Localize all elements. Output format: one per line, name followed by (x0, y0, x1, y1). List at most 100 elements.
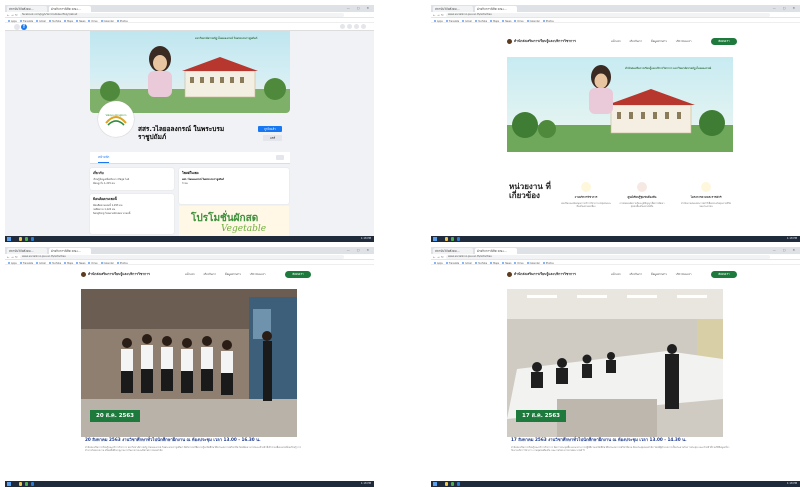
bookmark-item[interactable]: Calendar (101, 261, 114, 266)
bookmark-item[interactable]: Apps (434, 19, 443, 24)
nav-item-about[interactable]: เกี่ยวกับเรา (204, 273, 216, 276)
service-card[interactable]: ศูนย์เรียนรู้ชุมชนท้องถิ่น ถ่ายทอดองค์คว… (617, 182, 667, 208)
contact-button[interactable]: ติดต่อเรา (285, 271, 311, 278)
account-icon[interactable] (361, 24, 366, 29)
contact-button[interactable]: ติดต่อเรา (711, 271, 737, 278)
more-options-button[interactable] (276, 155, 284, 160)
bookmark-item[interactable]: Apps (8, 261, 17, 266)
site-logo-icon[interactable] (81, 272, 86, 277)
tab-home[interactable]: หน้าหลัก (98, 155, 110, 163)
site-logo-icon[interactable] (507, 39, 512, 44)
bookmark-item[interactable]: Gmail (462, 261, 472, 266)
nav-item-services[interactable]: บริการของเรา (250, 273, 266, 276)
word-icon[interactable] (31, 482, 34, 486)
news-title[interactable]: 20 สิงหาคม 2563 งานวิชาศึกษาทั่วไปนักศึก… (85, 437, 305, 442)
site-title[interactable]: สำนักส่งเสริมการเรียนรู้และบริการวิชาการ (514, 272, 576, 277)
bookmark-item[interactable]: Translate (20, 261, 33, 266)
bookmark-item[interactable]: Gmail (36, 261, 46, 266)
bookmark-item[interactable]: Maps (490, 261, 499, 266)
bookmark-item[interactable]: News (76, 261, 85, 266)
nav-item-home[interactable]: หน้าแรก (611, 40, 621, 43)
nav-item-news[interactable]: ข้อมูลข่าวสาร (651, 40, 667, 43)
bookmark-item[interactable]: News (502, 261, 511, 266)
chrome-icon[interactable] (451, 237, 454, 241)
word-icon[interactable] (31, 237, 34, 241)
url-input[interactable]: www.socialinno.psu.ac.th/activities (446, 255, 770, 259)
service-card[interactable]: โครงการตามพระราชดำริ ดำเนินงานสนองพระราช… (681, 182, 731, 208)
bookmark-item[interactable]: Photos (543, 19, 554, 24)
window-controls[interactable]: — ▢ ✕ (347, 6, 372, 10)
url-input[interactable]: facebook.com/pg/นวัตกรรมสังคมปรัชญา/abou… (20, 13, 344, 17)
nav-item-services[interactable]: บริการของเรา (676, 40, 692, 43)
bookmark-item[interactable]: News (502, 19, 511, 24)
share-button[interactable]: แชร์ (263, 135, 282, 141)
chrome-icon[interactable] (451, 482, 454, 486)
file-explorer-icon[interactable] (19, 237, 22, 241)
bookmark-item[interactable]: Apps (434, 261, 443, 266)
file-explorer-icon[interactable] (445, 482, 448, 486)
bookmark-item[interactable]: YouTube (475, 261, 487, 266)
nav-item-news[interactable]: ข้อมูลข่าวสาร (225, 273, 241, 276)
bookmark-item[interactable]: Calendar (527, 19, 540, 24)
followers-line[interactable]: Sangtong ไม่พลาดอัปเดตจากเพจนี้ (93, 212, 171, 215)
url-input[interactable]: www.socialinno.psu.ac.th/activities (446, 13, 770, 17)
bookmark-item[interactable]: Photos (117, 261, 128, 266)
bookmark-item[interactable]: Translate (446, 19, 459, 24)
word-icon[interactable] (457, 237, 460, 241)
bookmark-item[interactable]: Calendar (527, 261, 540, 266)
bookmark-item[interactable]: Drive (88, 261, 97, 266)
windows-start-icon[interactable] (433, 237, 437, 241)
window-controls[interactable]: — ▢ ✕ (773, 6, 798, 10)
nav-item-home[interactable]: หน้าแรก (185, 273, 195, 276)
messenger-icon[interactable] (347, 24, 352, 29)
windows-start-icon[interactable] (433, 482, 437, 486)
forward-icon[interactable]: → (437, 13, 440, 17)
nav-item-home[interactable]: หน้าแรก (611, 273, 621, 276)
window-controls[interactable]: — ▢ ✕ (773, 248, 798, 252)
back-icon[interactable]: ← (433, 13, 436, 17)
nav-item-about[interactable]: เกี่ยวกับเรา (630, 273, 642, 276)
windows-start-icon[interactable] (7, 482, 11, 486)
reload-icon[interactable]: ↻ (15, 255, 18, 259)
site-title[interactable]: สำนักส่งเสริมการเรียนรู้และบริการวิชาการ (514, 39, 576, 44)
reload-icon[interactable]: ↻ (15, 13, 18, 17)
back-icon[interactable]: ← (7, 255, 10, 259)
nav-item-about[interactable]: เกี่ยวกับเรา (630, 40, 642, 43)
file-explorer-icon[interactable] (445, 237, 448, 241)
forward-icon[interactable]: → (437, 255, 440, 259)
contact-button[interactable]: ติดต่อเรา (711, 38, 737, 45)
forward-icon[interactable]: → (11, 13, 14, 17)
promo-image[interactable]: โปรโมชั่นผักสด Vegetable (179, 206, 289, 236)
bookmark-item[interactable]: Drive (514, 19, 523, 24)
nav-item-news[interactable]: ข้อมูลข่าวสาร (651, 273, 667, 276)
bookmark-item[interactable]: Translate (446, 261, 459, 266)
news-title[interactable]: 17 สิงหาคม 2563 งานวิชาศึกษาทั่วไปนักศึก… (511, 437, 731, 442)
profile-picture[interactable]: Valaya Alongkorn (98, 101, 134, 137)
bookmark-item[interactable]: Gmail (462, 19, 472, 24)
bookmark-item[interactable]: YouTube (475, 19, 487, 24)
bookmark-item[interactable]: YouTube (49, 261, 61, 266)
bookmark-item[interactable]: Maps (64, 261, 73, 266)
back-icon[interactable]: ← (7, 13, 10, 17)
reload-icon[interactable]: ↻ (441, 255, 444, 259)
forward-icon[interactable]: → (11, 255, 14, 259)
bookmark-item[interactable]: Photos (543, 261, 554, 266)
word-icon[interactable] (457, 482, 460, 486)
bookmark-item[interactable]: Drive (514, 261, 523, 266)
chrome-icon[interactable] (25, 482, 28, 486)
back-icon[interactable]: ← (433, 255, 436, 259)
reload-icon[interactable]: ↻ (441, 13, 444, 17)
service-card[interactable]: งานบริการวิชาการ ส่งเสริมและสนับสนุนการบ… (561, 182, 611, 208)
bookmark-item[interactable]: Maps (490, 19, 499, 24)
window-controls[interactable]: — ▢ ✕ (347, 248, 372, 252)
facebook-logo-icon[interactable]: f (21, 24, 27, 30)
nav-item-services[interactable]: บริการของเรา (676, 273, 692, 276)
site-logo-icon[interactable] (507, 272, 512, 277)
file-explorer-icon[interactable] (19, 482, 22, 486)
back-arrow-icon[interactable] (14, 24, 20, 30)
about-line[interactable]: เรียนรู้ข้อมูลเพิ่มเติมจาก Page ไลค์ (93, 178, 171, 181)
menu-grid-icon[interactable] (340, 24, 345, 29)
post-author[interactable]: สสร.วไลยอลงกรณ์ ในพระบรมราชูปถัมภ์ (182, 178, 286, 181)
site-title[interactable]: สำนักส่งเสริมการเรียนรู้และบริการวิชาการ (88, 272, 150, 277)
chrome-icon[interactable] (25, 237, 28, 241)
